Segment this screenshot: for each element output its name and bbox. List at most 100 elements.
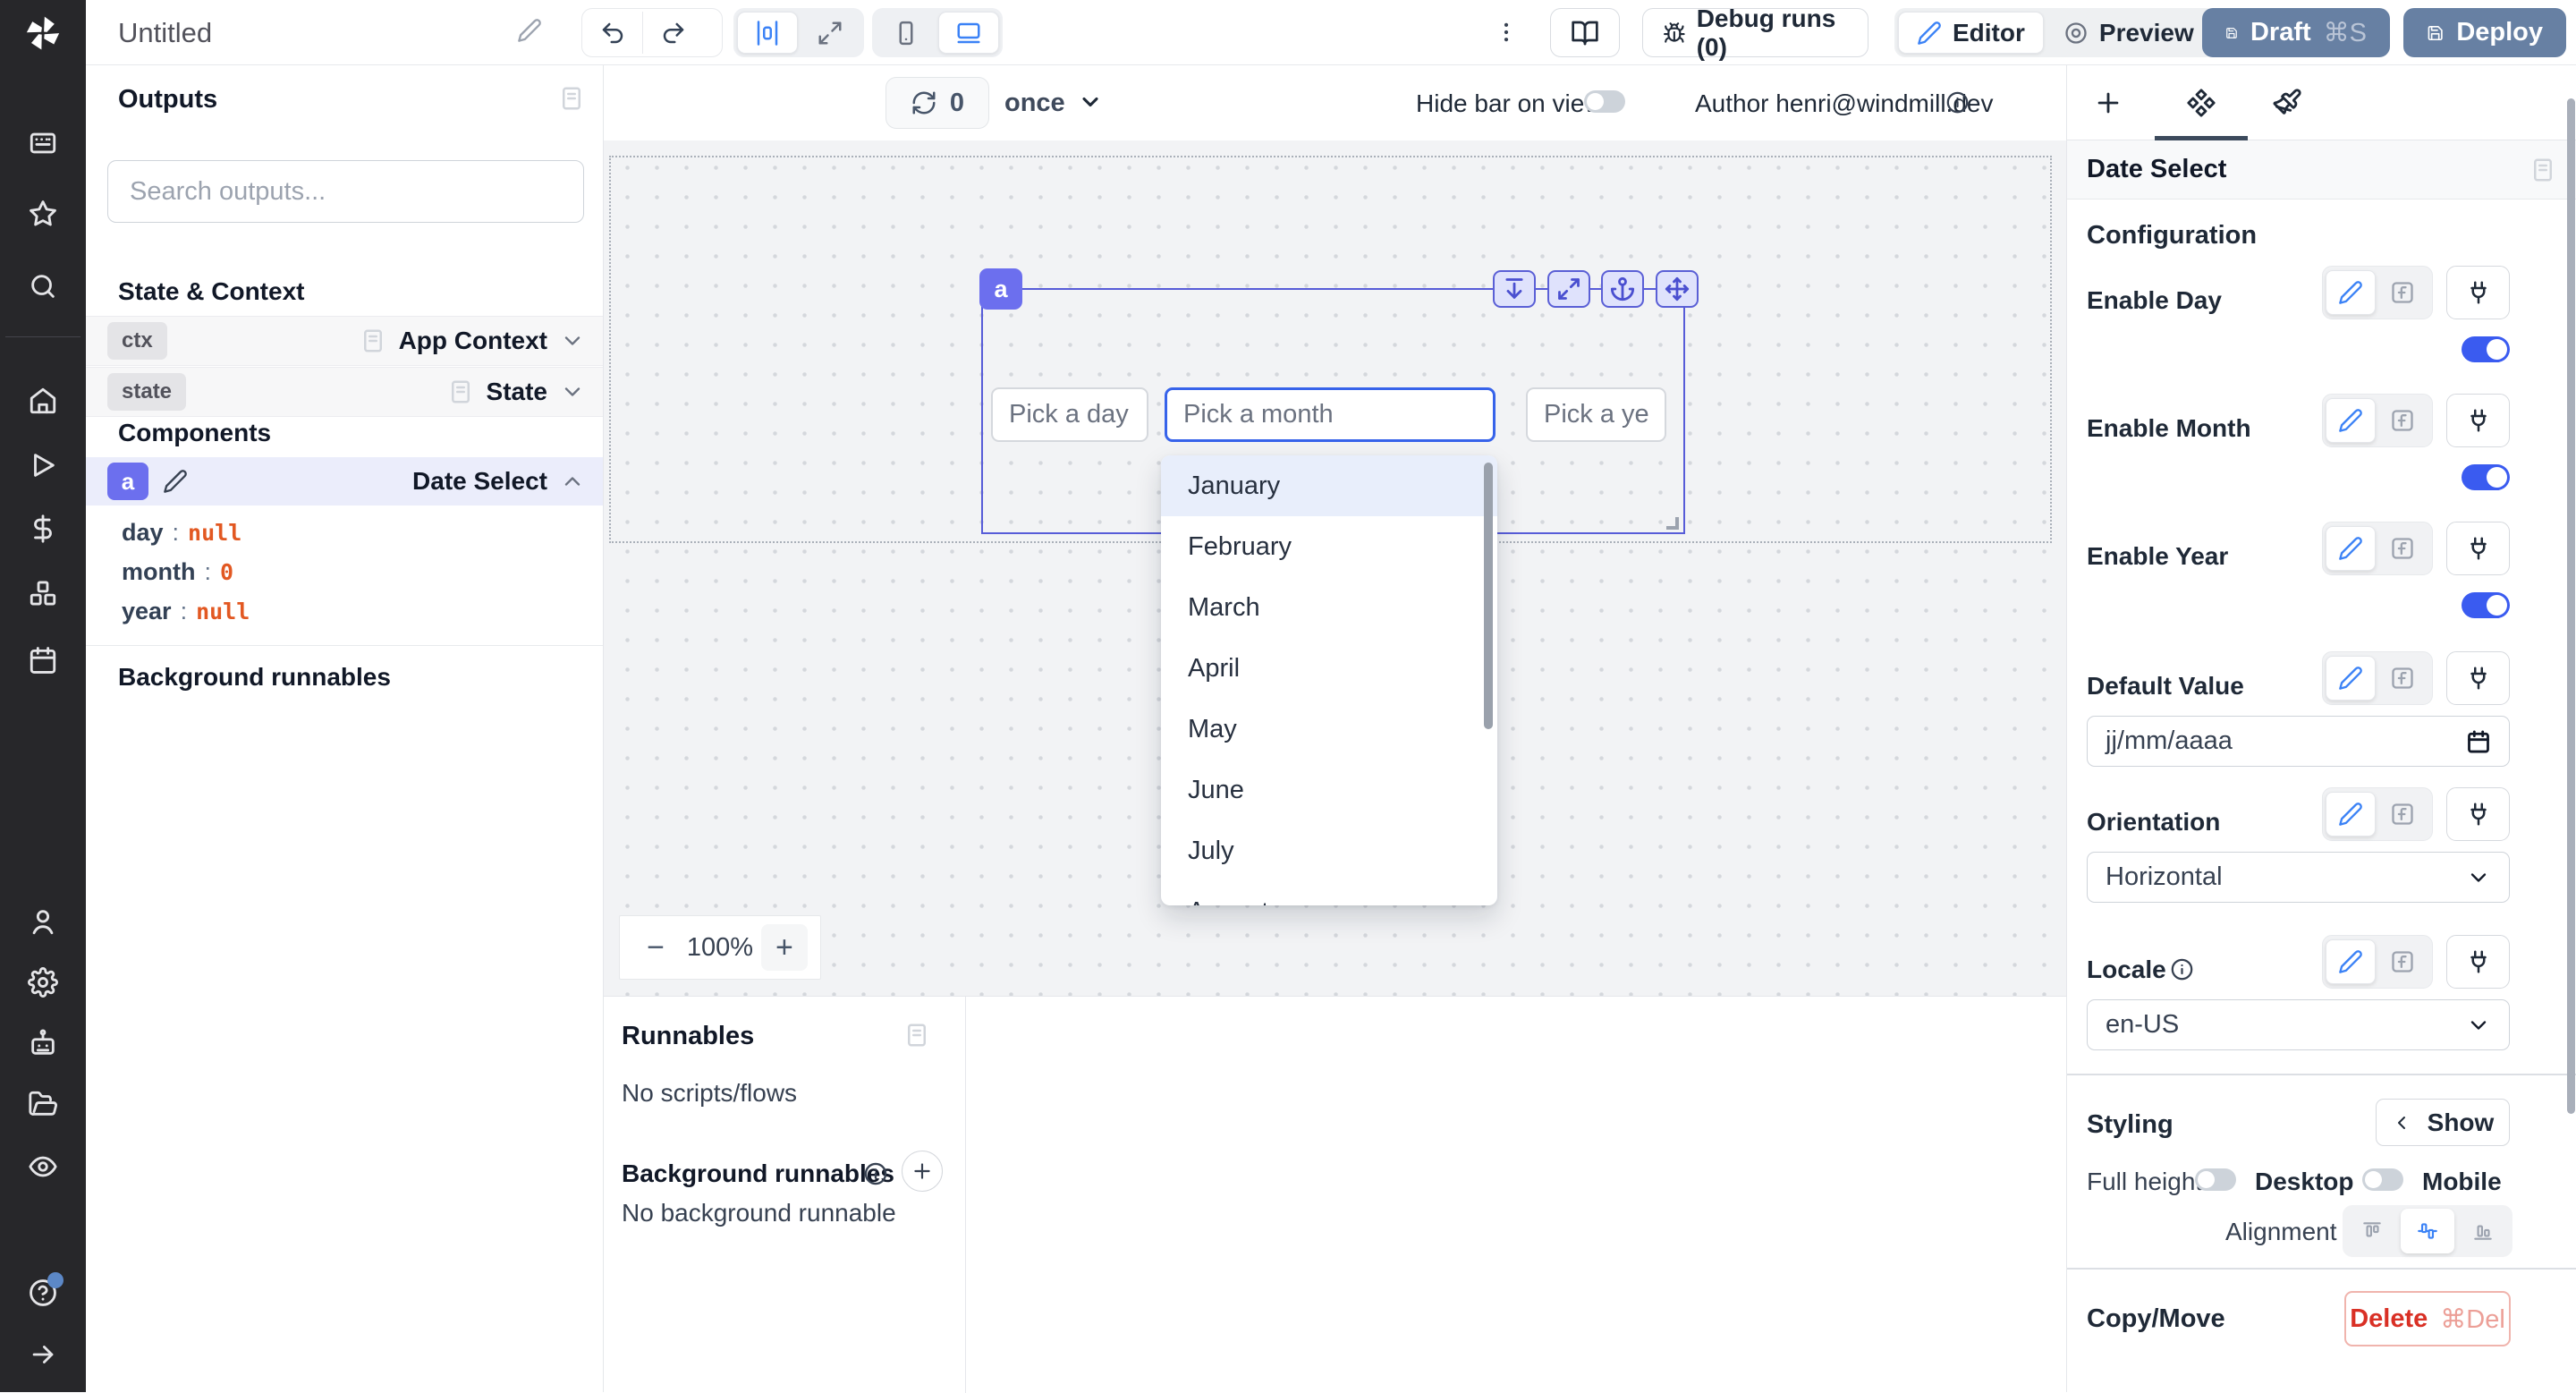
fullsize-handle[interactable]: [1547, 270, 1590, 308]
month-option[interactable]: January: [1161, 455, 1497, 516]
month-option[interactable]: July: [1161, 820, 1497, 881]
default-value-date-input[interactable]: jj/mm/aaaa: [2087, 716, 2510, 767]
static-pencil-icon[interactable]: [2326, 526, 2376, 571]
enable-year-connect-plug-icon[interactable]: [2446, 522, 2510, 575]
month-option[interactable]: February: [1161, 516, 1497, 577]
align-center-button[interactable]: [2401, 1209, 2454, 1253]
locale-select[interactable]: en-US: [2087, 999, 2510, 1050]
run-mode-chevron-down-icon[interactable]: [1078, 89, 1103, 115]
draft-button[interactable]: Draft ⌘S: [2202, 8, 2390, 57]
enable-month-connect-plug-icon[interactable]: [2446, 394, 2510, 447]
locale-connect-plug-icon[interactable]: [2446, 935, 2510, 989]
redo-button[interactable]: [643, 12, 704, 54]
zoom-out-button[interactable]: −: [632, 924, 679, 971]
undo-button[interactable]: [582, 12, 643, 54]
state-row[interactable]: state State: [86, 367, 603, 417]
resources-boxes-icon[interactable]: [28, 578, 58, 608]
delete-component-button[interactable]: Delete ⌘Del: [2344, 1291, 2511, 1346]
schedules-calendar-icon[interactable]: [28, 645, 58, 675]
static-pencil-icon[interactable]: [2326, 656, 2376, 701]
settings-gear-icon[interactable]: [28, 967, 58, 998]
docs-book-button[interactable]: [1550, 8, 1620, 57]
enable-month-toggle[interactable]: [2462, 464, 2510, 490]
add-background-runnable-button[interactable]: [902, 1151, 943, 1192]
variables-dollar-icon[interactable]: [28, 514, 58, 544]
author-info-icon[interactable]: [1945, 90, 1970, 115]
tab-component-settings-icon[interactable]: [2183, 85, 2219, 121]
favorites-star-icon[interactable]: [28, 199, 58, 229]
debug-runs-button[interactable]: Debug runs (0): [1642, 8, 1868, 57]
run-mode-select[interactable]: once: [1004, 89, 1065, 118]
more-menu-kebab-icon[interactable]: [1488, 13, 1524, 52]
center-layout-button[interactable]: [737, 12, 798, 54]
locale-info-icon[interactable]: [2170, 957, 2194, 981]
enable-year-toggle[interactable]: [2462, 592, 2510, 618]
month-option[interactable]: June: [1161, 760, 1497, 820]
anchor-handle[interactable]: [1601, 270, 1644, 308]
folders-icon[interactable]: [28, 1089, 58, 1119]
tab-editor[interactable]: Editor: [1898, 12, 2044, 54]
selected-component-badge[interactable]: a: [979, 268, 1022, 310]
month-option[interactable]: May: [1161, 699, 1497, 760]
function-icon[interactable]: [2377, 398, 2428, 443]
desktop-toggle[interactable]: [2362, 1168, 2403, 1191]
tab-styling-brush-icon[interactable]: [2269, 85, 2305, 121]
refresh-counter[interactable]: 0: [886, 77, 989, 129]
help-icon[interactable]: [28, 1278, 58, 1308]
search-icon[interactable]: [28, 271, 58, 302]
windmill-logo-icon[interactable]: [23, 13, 63, 53]
component-row-date-select[interactable]: a Date Select: [86, 457, 603, 505]
align-bottom-button[interactable]: [2456, 1209, 2510, 1253]
zoom-in-button[interactable]: +: [761, 924, 808, 971]
pick-month-input[interactable]: [1165, 387, 1496, 442]
ctx-chevron-down-icon[interactable]: [560, 328, 585, 353]
edit-title-pencil-icon[interactable]: [517, 18, 542, 43]
pick-day-input[interactable]: [991, 387, 1148, 442]
search-outputs-input[interactable]: [107, 160, 584, 223]
runnables-doc-icon[interactable]: [903, 1022, 930, 1049]
fullscreen-layout-button[interactable]: [800, 12, 860, 54]
dropdown-scrollbar[interactable]: [1484, 463, 1493, 729]
calendar-icon[interactable]: [2466, 729, 2491, 754]
component-chevron-up-icon[interactable]: [560, 469, 585, 494]
static-pencil-icon[interactable]: [2326, 939, 2376, 984]
audit-eye-icon[interactable]: [28, 1151, 58, 1182]
hide-bar-toggle[interactable]: [1584, 90, 1625, 113]
function-icon[interactable]: [2377, 270, 2428, 315]
outputs-doc-icon[interactable]: [558, 85, 585, 112]
users-icon[interactable]: [28, 906, 58, 937]
month-option[interactable]: April: [1161, 638, 1497, 699]
move-handle[interactable]: [1656, 270, 1699, 308]
align-top-button[interactable]: [2345, 1209, 2399, 1253]
function-icon[interactable]: [2377, 526, 2428, 571]
orientation-select[interactable]: Horizontal: [2087, 852, 2510, 903]
static-pencil-icon[interactable]: [2326, 792, 2376, 837]
expand-down-handle[interactable]: [1493, 270, 1536, 308]
ctx-row[interactable]: ctx App Context: [86, 316, 603, 366]
default-value-connect-plug-icon[interactable]: [2446, 651, 2510, 705]
rename-component-pencil-icon[interactable]: [163, 469, 188, 494]
runs-play-icon[interactable]: [28, 450, 58, 480]
styling-show-button[interactable]: Show: [2376, 1099, 2510, 1146]
pick-year-input[interactable]: [1526, 387, 1666, 442]
function-icon[interactable]: [2377, 939, 2428, 984]
apps-icon[interactable]: [28, 128, 58, 158]
inspector-doc-icon[interactable]: [2529, 157, 2556, 183]
background-runnables-info-icon[interactable]: [863, 1161, 888, 1186]
month-option[interactable]: August: [1161, 881, 1497, 905]
state-chevron-down-icon[interactable]: [560, 379, 585, 404]
collapse-arrow-icon[interactable]: [28, 1339, 58, 1370]
orientation-connect-plug-icon[interactable]: [2446, 787, 2510, 841]
function-icon[interactable]: [2377, 792, 2428, 837]
resize-corner-handle[interactable]: [1666, 517, 1679, 530]
static-pencil-icon[interactable]: [2326, 270, 2376, 315]
home-icon[interactable]: [28, 386, 58, 416]
tab-insert-plus-icon[interactable]: [2090, 85, 2126, 121]
enable-day-toggle[interactable]: [2462, 336, 2510, 362]
full-height-toggle[interactable]: [2195, 1168, 2236, 1191]
app-canvas[interactable]: a January February March April May June …: [604, 140, 2066, 996]
desktop-view-button[interactable]: [938, 12, 999, 54]
enable-day-connect-plug-icon[interactable]: [2446, 266, 2510, 319]
workers-robot-icon[interactable]: [28, 1028, 58, 1058]
inspector-scrollbar[interactable]: [2567, 98, 2575, 1114]
